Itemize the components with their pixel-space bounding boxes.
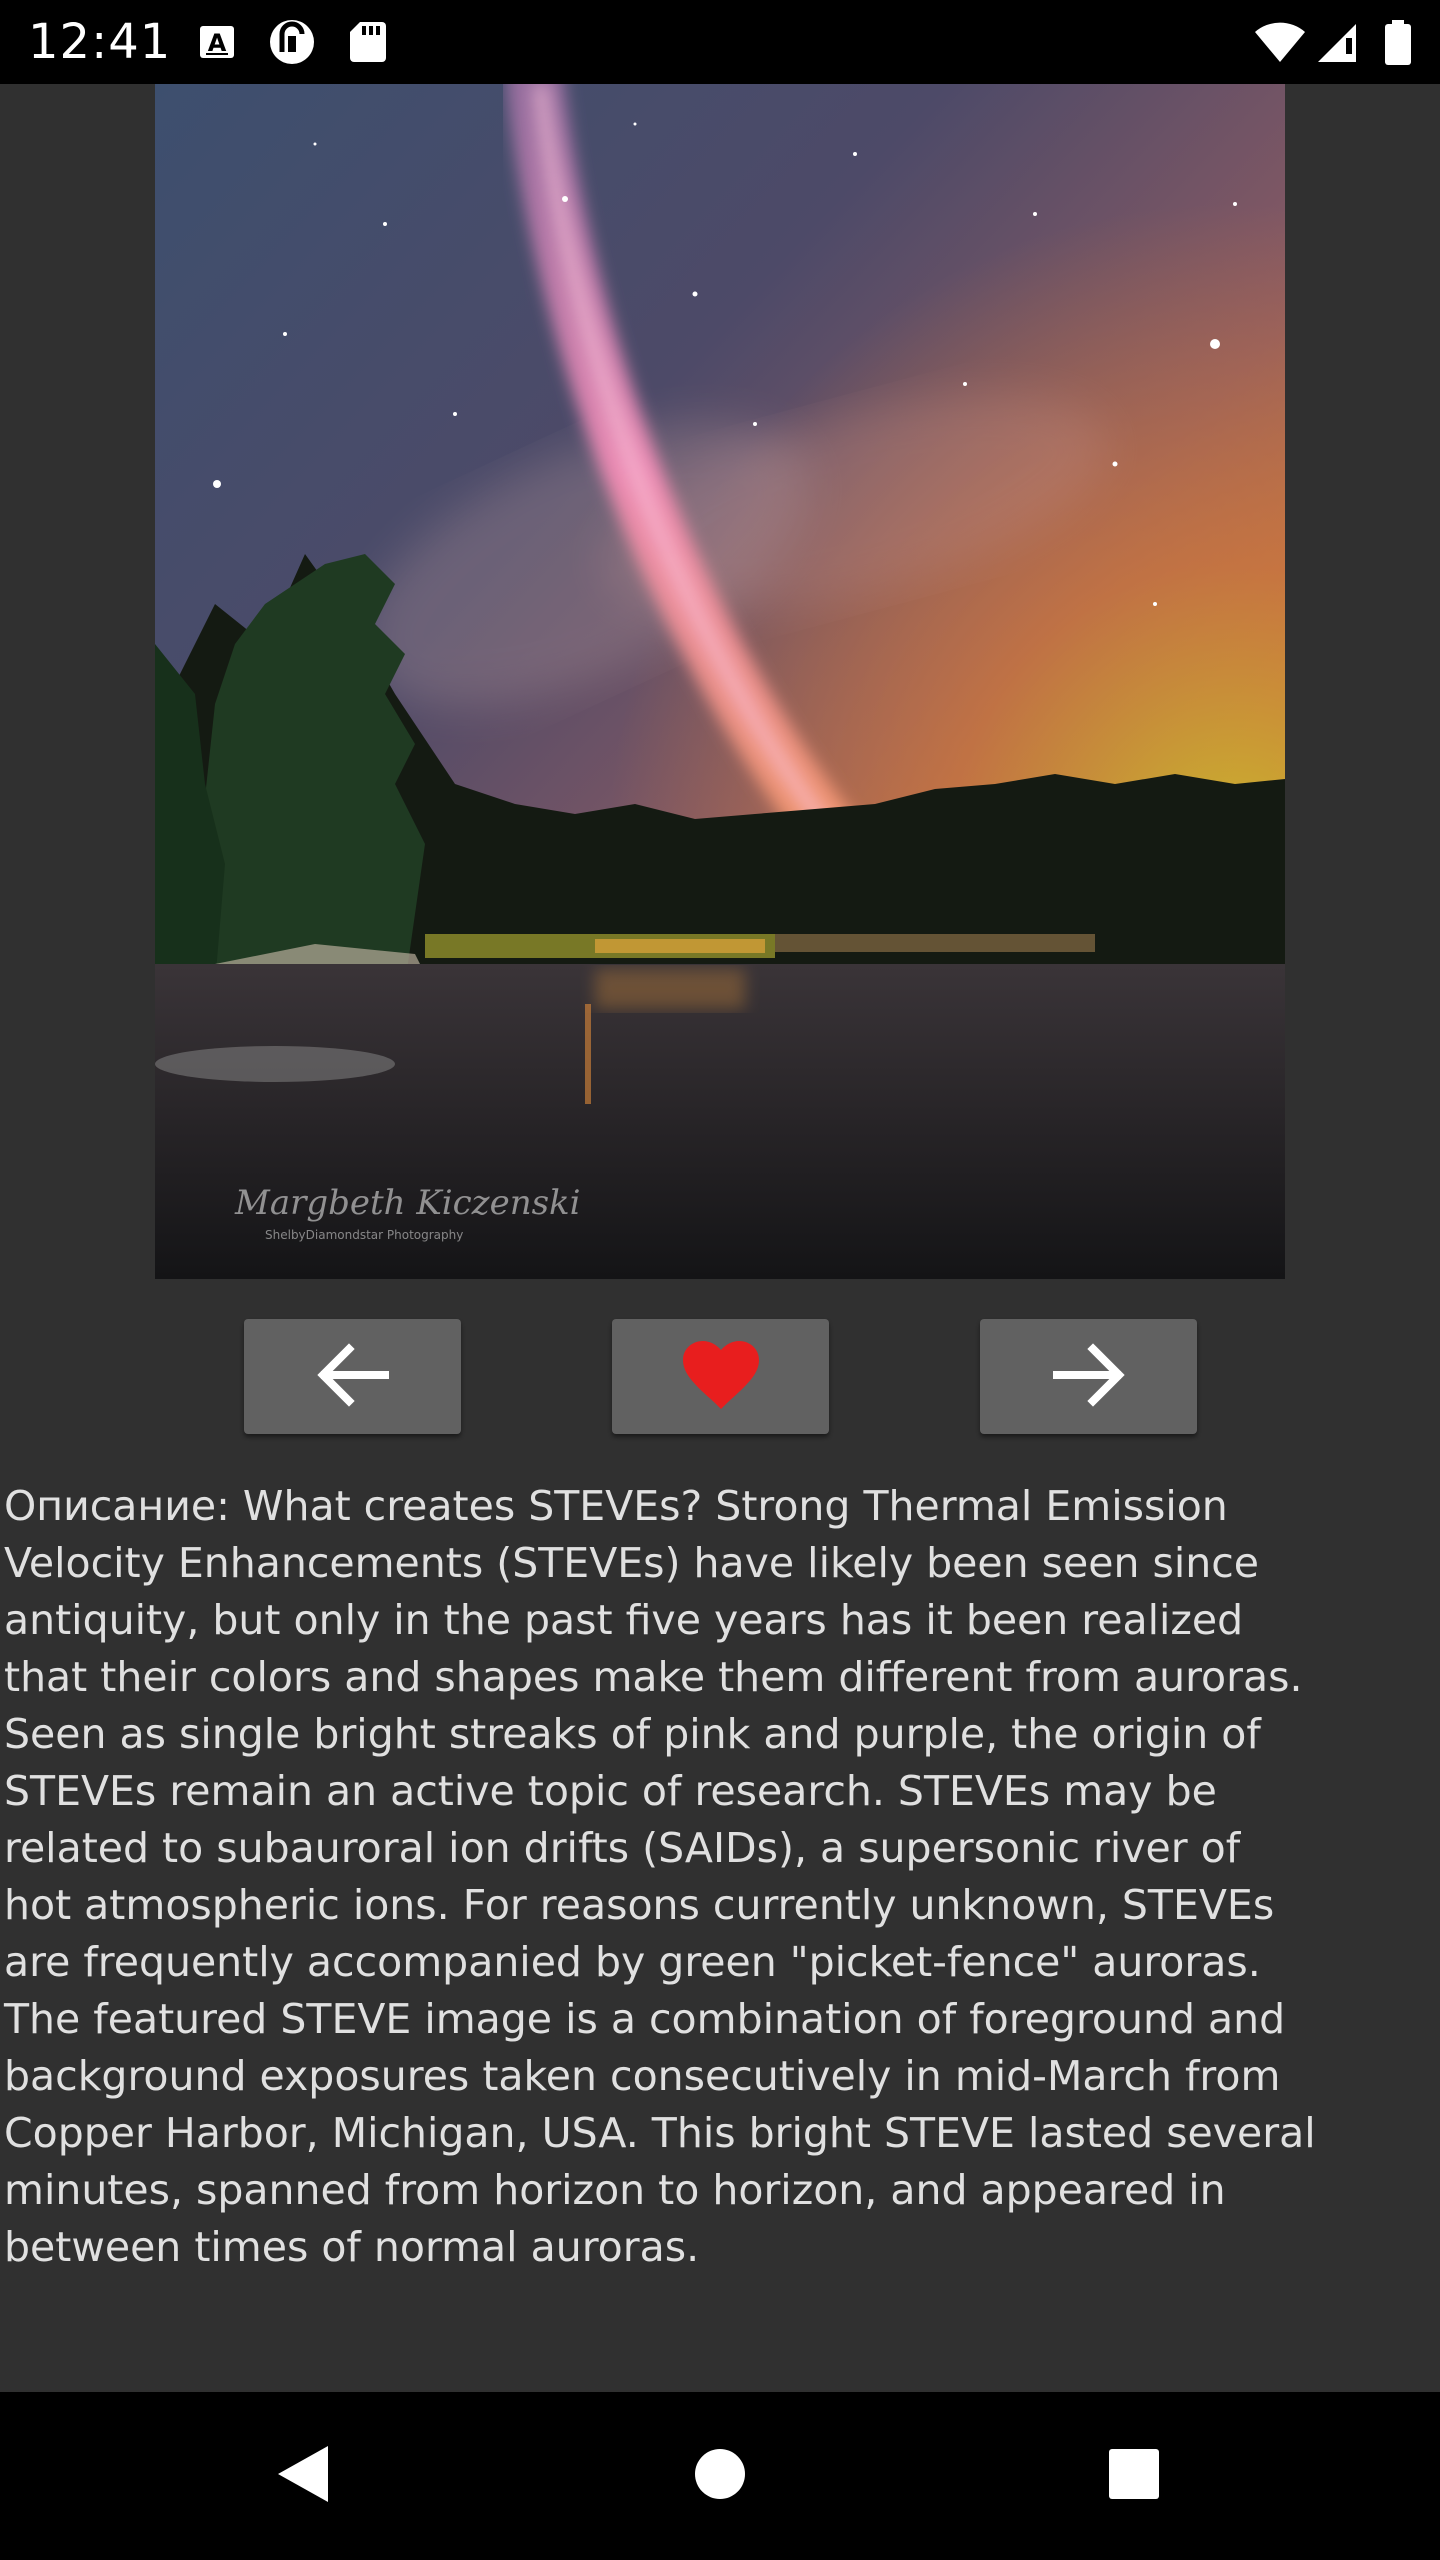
sd-card-icon [348,20,392,64]
text-a-icon: A [196,20,240,64]
next-button[interactable] [980,1319,1197,1434]
description-text: Описание: What creates STEVEs? Strong Th… [4,1482,1316,2271]
back-triangle-icon [272,2442,332,2511]
astronomy-photo: Margbeth Kiczenski ShelbyDiamondstar Pho… [155,84,1285,1279]
status-time: 12:41 [28,14,172,70]
status-bar: 12:41 A [0,0,1440,84]
pocket-casts-icon [268,18,314,64]
wifi-icon [1254,20,1306,64]
watermark-credit: ShelbyDiamondstar Photography [265,1228,463,1242]
heart-icon [681,1339,761,1414]
favorite-button[interactable] [612,1319,829,1434]
arrow-left-icon [315,1343,391,1410]
back-button[interactable] [262,2436,342,2516]
svg-text:A: A [208,29,227,57]
signal-icon [1316,20,1360,64]
recents-button[interactable] [1094,2436,1174,2516]
arrow-right-icon [1051,1343,1127,1410]
watermark-signature: Margbeth Kiczenski [234,1183,581,1223]
previous-button[interactable] [244,1319,461,1434]
home-circle-icon [692,2446,748,2507]
home-button[interactable] [680,2436,760,2516]
recents-square-icon [1107,2447,1161,2506]
apod-viewer-screen: 12:41 A Margbeth Kiczenski ShelbyDiamond… [0,0,1440,2560]
battery-icon [1384,20,1412,65]
system-nav-bar [0,2392,1440,2560]
